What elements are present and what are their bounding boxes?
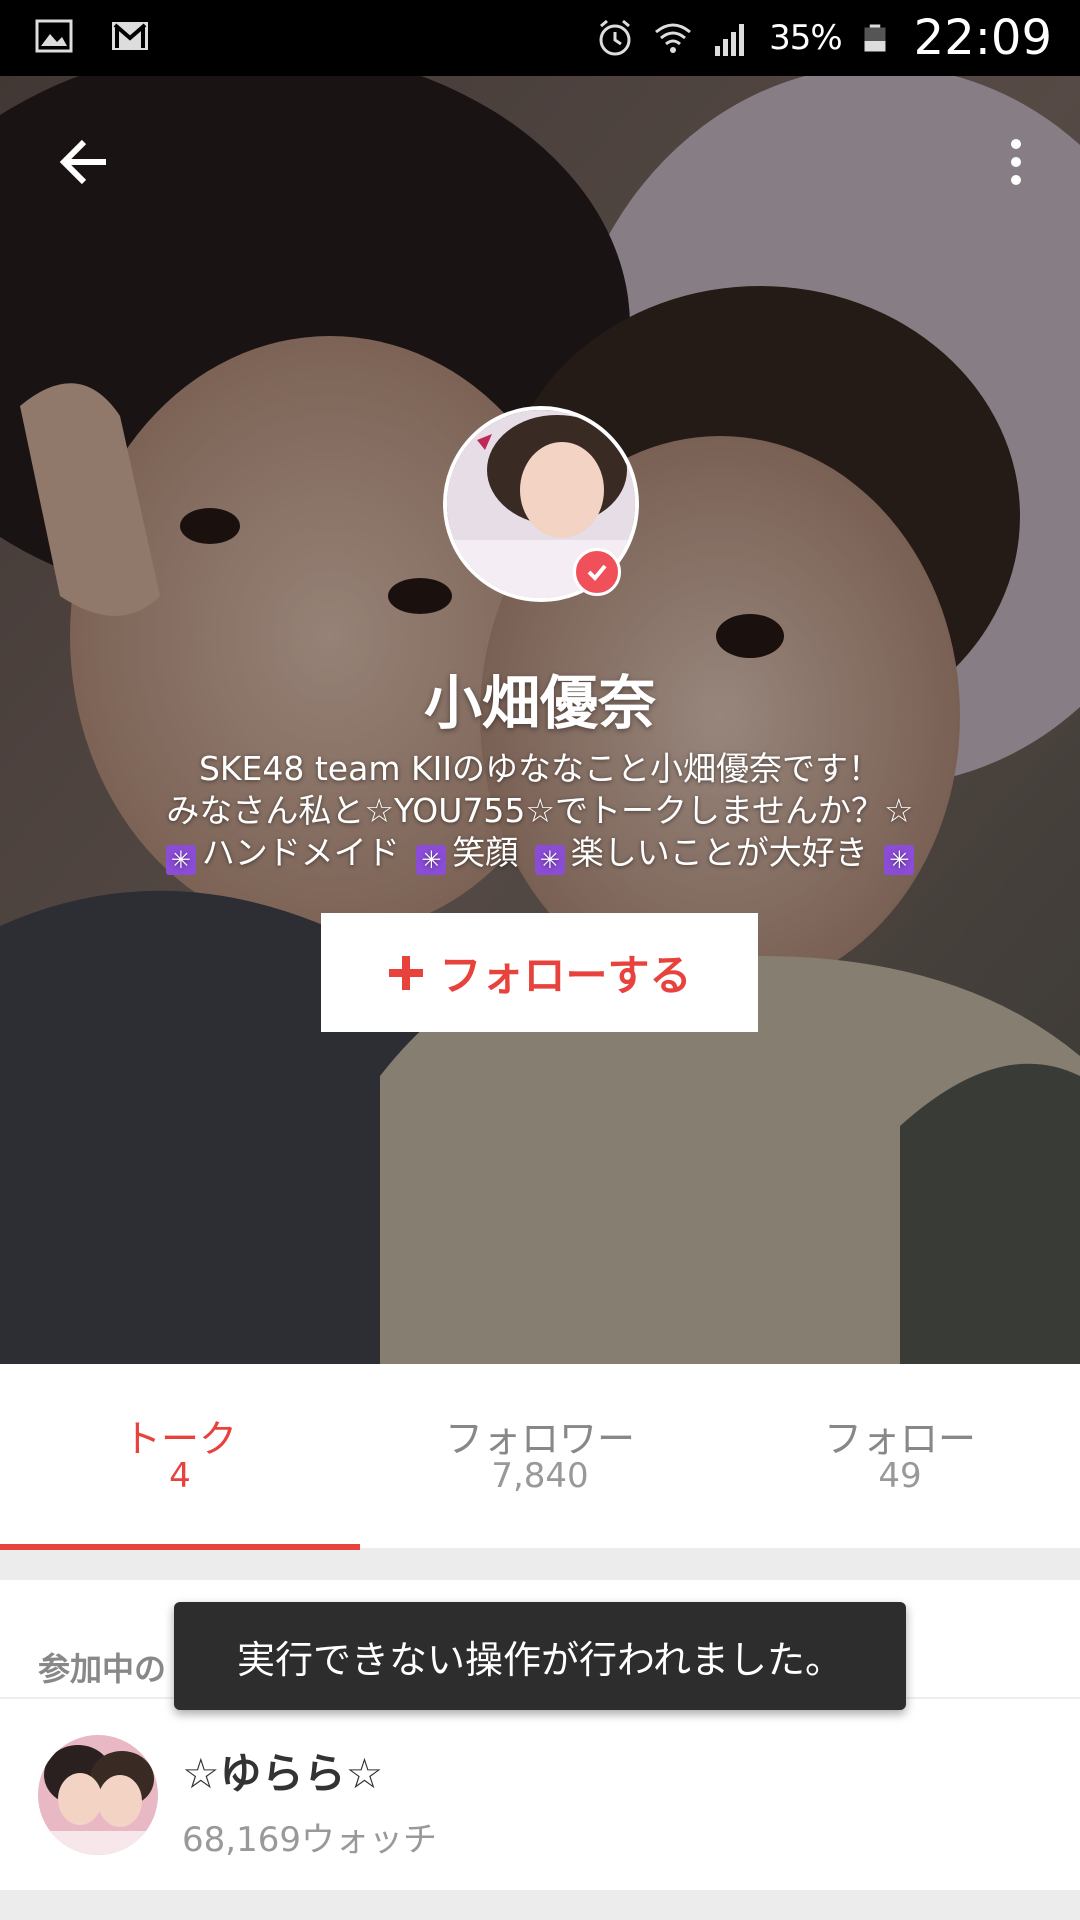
follow-button[interactable]: フォローする	[321, 913, 758, 1032]
bio-tag: 楽しいことが大好き	[570, 833, 868, 872]
active-tab-indicator	[0, 1544, 360, 1550]
bio-line: みなさん私と☆YOU755☆でトークしませんか？☆	[166, 791, 914, 830]
bio-tag: ハンドメイド	[201, 833, 400, 872]
tab-count: 49	[878, 1456, 922, 1496]
tab-label: フォロワー	[444, 1417, 635, 1461]
tab-talk[interactable]: トーク 4	[0, 1364, 360, 1548]
check-icon	[587, 564, 607, 581]
back-button[interactable]	[48, 126, 120, 198]
talk-watch-count: 68,169ウォッチ	[182, 1820, 437, 1860]
profile-cover: 小畑優奈 SKE48 team KIIのゆななこと小畑優奈です！ みなさん私と☆…	[0, 76, 1080, 1364]
talk-avatar	[38, 1735, 158, 1855]
profile-tabs: トーク 4 フォロワー 7,840 フォロー 49	[0, 1364, 1080, 1548]
section-header: 参加中の	[38, 1650, 167, 1688]
profile-name: 小畑優奈	[423, 669, 656, 737]
tab-count: 7,840	[491, 1456, 589, 1496]
tab-count: 4	[169, 1456, 191, 1496]
verified-badge	[573, 548, 621, 596]
gmail-icon	[112, 22, 148, 50]
more-vert-icon	[1011, 139, 1021, 185]
tab-label: フォロー	[823, 1417, 976, 1461]
tab-followers[interactable]: フォロワー 7,840	[360, 1364, 720, 1548]
sparkle-icon: ✳	[416, 845, 447, 875]
battery-percent: 35%	[769, 18, 843, 58]
battery-icon	[864, 24, 886, 52]
toast-message: 実行できない操作が行われました。	[174, 1602, 906, 1710]
status-bar: 35% 22:09	[0, 0, 1080, 76]
clock: 22:09	[913, 10, 1052, 66]
image-icon	[35, 19, 73, 53]
talk-title: ☆ゆらら☆	[182, 1749, 384, 1798]
sparkle-icon: ✳	[884, 845, 915, 875]
sparkle-icon: ✳	[534, 845, 565, 875]
profile-bio: SKE48 team KIIのゆななこと小畑優奈です！ みなさん私と☆YOU75…	[60, 748, 1020, 875]
tab-label: トーク	[122, 1417, 237, 1461]
signal-icon	[715, 24, 745, 56]
more-options-button[interactable]	[986, 126, 1046, 198]
bio-line: ✳ ハンドメイド ✳ 笑顔 ✳ 楽しいことが大好き ✳	[60, 832, 1020, 875]
alarm-icon	[599, 19, 631, 56]
arrow-left-icon	[59, 139, 106, 185]
plus-icon	[389, 955, 424, 990]
bio-tag: 笑顔	[452, 833, 519, 872]
wifi-icon	[655, 23, 692, 53]
talk-avatar-image	[38, 1735, 158, 1855]
follow-button-label: フォローする	[439, 951, 692, 1000]
tab-following[interactable]: フォロー 49	[720, 1364, 1080, 1548]
sparkle-icon: ✳	[165, 845, 196, 875]
bio-line: SKE48 team KIIのゆななこと小畑優奈です！	[198, 749, 882, 788]
